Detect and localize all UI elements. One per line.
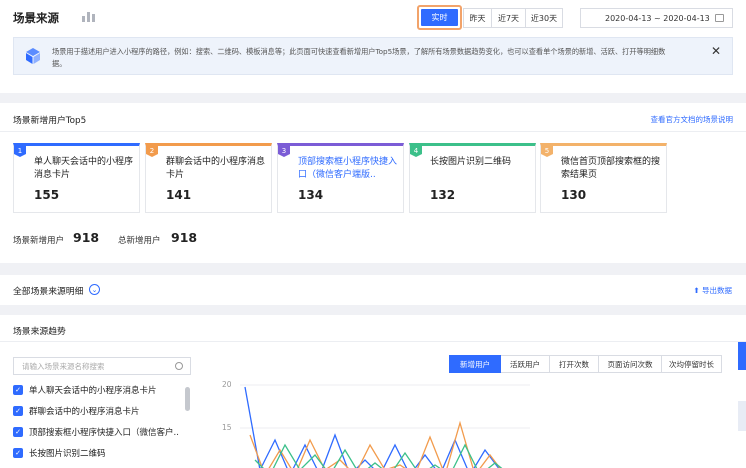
top5-card-5[interactable]: 5 微信首页顶部搜索框的搜索结果页 130 [540,143,667,213]
scene-checkbox-item[interactable]: ✓ 群聊会话中的小程序消息卡片 [13,404,140,418]
search-placeholder: 请输入场景来源名称搜索 [22,361,105,371]
rank-badge: 3 [278,145,290,157]
scene-name: 微信首页顶部搜索框的搜索结果页 [561,157,661,180]
close-icon[interactable]: ✕ [711,44,721,58]
scene-name: 长按图片识别二维码 [430,157,512,167]
total-new-value: 918 [171,230,198,245]
trend-title: 场景来源趋势 [13,327,66,337]
tab-active-users[interactable]: 活跃用户 [501,355,550,373]
detail-title: 全部场景来源明细 [13,287,84,297]
scene-new-label: 场景新增用户 [13,236,65,246]
top5-card-4[interactable]: 4 长按图片识别二维码 132 [409,143,536,213]
checkbox-checked-icon[interactable]: ✓ [13,385,23,395]
tab-new-users[interactable]: 新增用户 [449,355,501,373]
export-button[interactable]: ⬆ 导出数据 [693,285,732,296]
series-line [249,420,501,468]
notice-banner: 场景用于描述用户进入小程序的路径，例如：搜索、二维码、模板消息等；此页面可快速查… [13,37,733,75]
divider [0,131,746,132]
scene-checkbox-label: 长按图片识别二维码 [29,449,106,459]
trend-line-chart [240,384,530,468]
scene-value: 155 [34,188,60,202]
date-range-picker[interactable]: 2020-04-13 ~ 2020-04-13 [580,8,733,28]
scene-name: 群聊会话中的小程序消息卡片 [166,157,266,180]
trend-card: 场景来源趋势 请输入场景来源名称搜索 ✓ 单人聊天会话中的小程序消息卡片 ✓ 群… [0,315,746,468]
checkbox-checked-icon[interactable]: ✓ [13,427,23,437]
scene-value: 134 [298,188,324,202]
export-icon: ⬆ [693,286,702,295]
rank-badge: 2 [146,145,158,157]
search-icon [175,362,183,370]
range-30days-button[interactable]: 近30天 [526,8,563,28]
scene-name: 顶部搜索框小程序快捷入口（微信客户端版.. [298,157,398,180]
metric-tabs: 新增用户 活跃用户 打开次数 页面访问次数 次均停留时长 [449,355,722,373]
top5-card-2[interactable]: 2 群聊会话中的小程序消息卡片 141 [145,143,272,213]
export-label: 导出数据 [702,286,732,295]
y-tick-label: 15 [222,423,232,432]
chart-bars-icon [82,12,95,22]
scene-checkbox-label: 顶部搜索框小程序快捷入口（微信客户.. [29,428,179,438]
top5-title: 场景新增用户Top5 [13,116,87,126]
divider [0,341,746,342]
realtime-highlight: 实时 [417,5,462,30]
y-tick-label: 20 [222,380,232,389]
range-realtime-button[interactable]: 实时 [421,9,458,26]
side-float-tab[interactable] [738,342,746,370]
scene-value: 132 [430,188,456,202]
tab-open-count[interactable]: 打开次数 [550,355,599,373]
scene-new-value: 918 [73,230,100,245]
scene-value: 130 [561,188,587,202]
tab-page-visits[interactable]: 页面访问次数 [599,355,662,373]
page-title: 场景来源 [13,11,59,25]
scene-checkbox-item[interactable]: ✓ 单人聊天会话中的小程序消息卡片 [13,383,157,397]
side-float-tab[interactable] [738,401,746,431]
scene-checkbox-item[interactable]: ✓ 长按图片识别二维码 [13,446,106,460]
doc-link[interactable]: 查看官方文档的场景说明 [651,114,734,125]
rank-badge: 4 [410,145,422,157]
scene-value: 141 [166,188,192,202]
top5-card: 场景新增用户Top5 查看官方文档的场景说明 1 单人聊天会话中的小程序消息卡片… [0,103,746,263]
range-selector: 昨天 近7天 近30天 [463,7,563,29]
range-yesterday-button[interactable]: 昨天 [463,8,492,28]
list-scrollbar[interactable] [185,387,190,411]
calendar-icon [715,14,724,22]
range-7days-button[interactable]: 近7天 [492,8,526,28]
chevron-down-icon[interactable]: ⌄ [89,284,100,295]
scene-cube-icon [26,48,40,64]
checkbox-checked-icon[interactable]: ✓ [13,448,23,458]
scene-name: 单人聊天会话中的小程序消息卡片 [34,157,134,180]
detail-bar: 全部场景来源明细 ⌄ ⬆ 导出数据 [0,275,746,305]
checkbox-checked-icon[interactable]: ✓ [13,406,23,416]
scene-checkbox-item[interactable]: ✓ 顶部搜索框小程序快捷入口（微信客户.. [13,425,179,439]
date-range-value: 2020-04-13 ~ 2020-04-13 [605,13,710,23]
total-new-label: 总新增用户 [118,236,161,246]
scene-checkbox-label: 单人聊天会话中的小程序消息卡片 [29,386,157,396]
scene-checkbox-label: 群聊会话中的小程序消息卡片 [29,407,140,417]
tab-avg-duration[interactable]: 次均停留时长 [662,355,722,373]
scene-search-input[interactable]: 请输入场景来源名称搜索 [13,357,191,375]
rank-badge: 5 [541,145,553,157]
top5-card-1[interactable]: 1 单人聊天会话中的小程序消息卡片 155 [13,143,140,213]
notice-text: 场景用于描述用户进入小程序的路径，例如：搜索、二维码、模板消息等；此页面可快速查… [52,47,666,68]
top5-card-3[interactable]: 3 顶部搜索框小程序快捷入口（微信客户端版.. 134 [277,143,404,213]
rank-badge: 1 [14,145,26,157]
header-card: 场景来源 实时 昨天 近7天 近30天 2020-04-13 ~ 2020-04… [0,0,746,93]
